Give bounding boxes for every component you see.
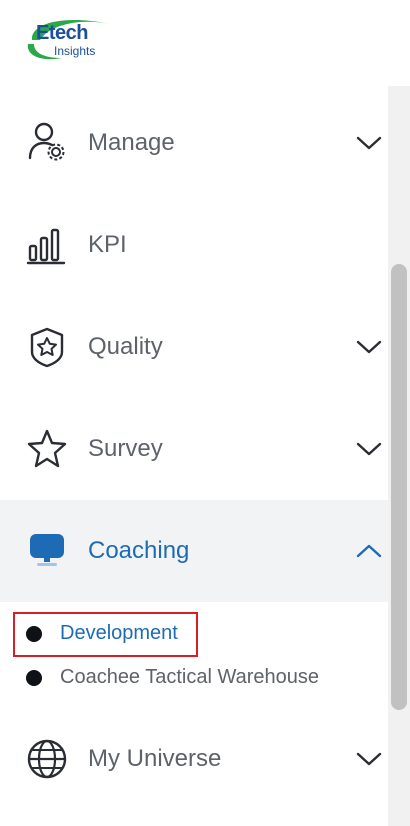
nav-label-my-universe: My Universe xyxy=(88,745,222,772)
bar-chart-icon xyxy=(26,228,66,265)
chevron-down-icon[interactable] xyxy=(356,339,382,355)
nav-item-quality[interactable]: Quality xyxy=(0,296,388,398)
submenu-item-coachee-tactical-warehouse[interactable]: Coachee Tactical Warehouse xyxy=(0,656,388,700)
globe-icon xyxy=(27,739,67,779)
chevron-down-icon[interactable] xyxy=(356,135,382,151)
nav-label-quality: Quality xyxy=(88,333,163,360)
nav-item-coaching[interactable]: Coaching xyxy=(0,500,388,602)
shield-badge-icon xyxy=(30,327,64,368)
bullet-icon xyxy=(26,670,42,686)
logo-text-etech: Etech xyxy=(36,22,88,44)
selection-highlight xyxy=(13,612,198,657)
nav-item-kpi[interactable]: KPI xyxy=(0,194,388,296)
etech-insights-logo[interactable]: Etech Insights xyxy=(22,14,114,64)
user-settings-icon xyxy=(28,122,65,161)
nav-item-my-universe[interactable]: My Universe xyxy=(0,708,388,810)
star-icon xyxy=(27,429,67,468)
monitor-icon xyxy=(30,534,64,566)
nav-item-manage[interactable]: Manage xyxy=(0,92,388,194)
nav-label-kpi: KPI xyxy=(88,231,127,258)
logo-text-insights: Insights xyxy=(54,44,96,58)
submenu-label-coachee-tactical-warehouse: Coachee Tactical Warehouse xyxy=(60,666,320,688)
nav-label-coaching: Coaching xyxy=(88,537,190,564)
nav-label-manage: Manage xyxy=(88,129,175,156)
chevron-up-icon[interactable] xyxy=(356,543,382,559)
nav-item-survey[interactable]: Survey xyxy=(0,398,388,500)
nav-label-survey: Survey xyxy=(88,435,163,462)
chevron-down-icon[interactable] xyxy=(356,751,382,767)
chevron-down-icon[interactable] xyxy=(356,441,382,457)
scrollbar-thumb[interactable] xyxy=(391,264,407,710)
